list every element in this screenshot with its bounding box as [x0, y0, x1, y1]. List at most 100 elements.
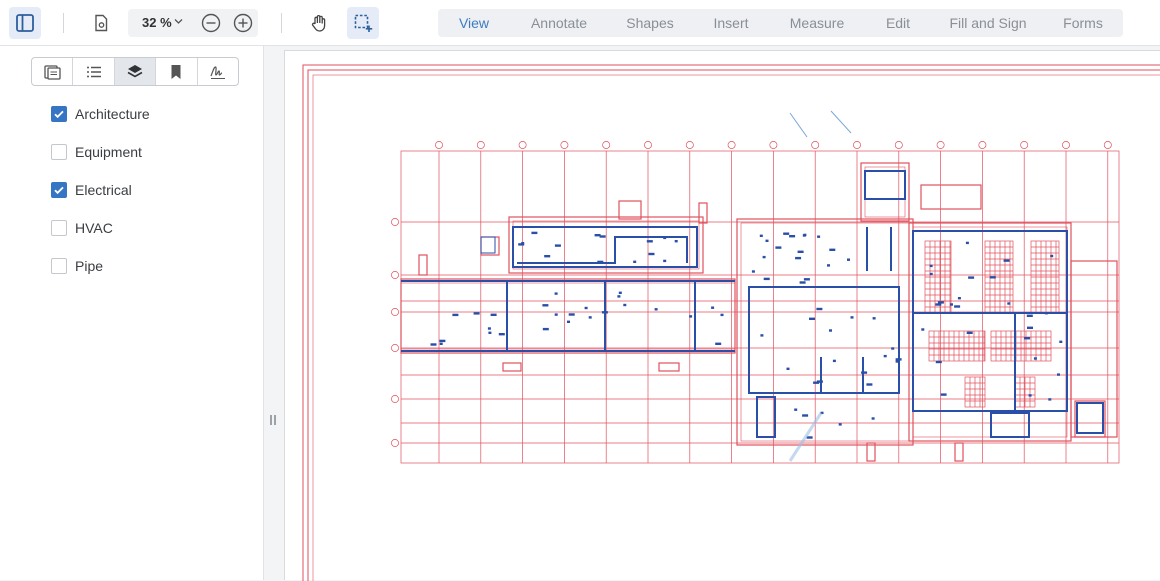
layers-tab[interactable]: [114, 58, 157, 85]
zoom-value[interactable]: 32 %: [142, 15, 172, 30]
grid-bubble: [853, 141, 861, 149]
light-fixture: [786, 367, 790, 370]
ribbon-tabs: View Annotate Shapes Insert Measure Edit…: [438, 9, 1123, 37]
light-fixture: [544, 255, 551, 258]
light-fixture: [802, 414, 809, 417]
layer-checkbox[interactable]: [51, 258, 67, 274]
grid-bubble: [811, 141, 820, 149]
light-fixture: [430, 343, 437, 346]
layer-pipe[interactable]: Pipe: [51, 256, 103, 276]
light-fixture: [954, 305, 961, 308]
layer-electrical[interactable]: Electrical: [51, 180, 132, 200]
document-settings-button[interactable]: [85, 7, 117, 39]
bookmarks-tab[interactable]: [156, 58, 198, 85]
document-settings-icon: [95, 14, 108, 32]
layer-label: Electrical: [75, 182, 132, 198]
light-fixture: [929, 272, 933, 276]
panel-resize-divider[interactable]: [264, 46, 284, 580]
light-fixture: [950, 303, 953, 306]
pan-button[interactable]: [303, 7, 335, 39]
light-fixture: [872, 317, 876, 320]
light-fixture: [802, 234, 806, 237]
light-fixture: [568, 313, 575, 316]
grid-bubble: [476, 141, 485, 149]
light-fixture: [567, 320, 570, 323]
tab-view[interactable]: View: [438, 9, 510, 37]
light-fixture: [789, 235, 796, 238]
pan-hand-icon: [311, 15, 326, 32]
light-fixture: [542, 327, 549, 331]
light-fixture: [542, 304, 549, 307]
tab-shapes[interactable]: Shapes: [610, 9, 690, 37]
light-fixture: [935, 360, 942, 364]
light-fixture: [689, 315, 693, 318]
grid-bubble: [391, 439, 399, 447]
light-fixture: [895, 360, 899, 363]
light-fixture: [847, 258, 850, 261]
chevron-down-icon[interactable]: [174, 18, 183, 25]
grid-bubble: [391, 218, 399, 226]
layer-equipment[interactable]: Equipment: [51, 142, 142, 162]
light-fixture: [439, 342, 443, 345]
tab-measure[interactable]: Measure: [774, 9, 860, 37]
grid-bubbles: [391, 141, 1112, 447]
tab-forms[interactable]: Forms: [1042, 9, 1124, 37]
light-fixture: [1028, 394, 1032, 397]
layer-checkbox[interactable]: [51, 182, 67, 198]
zoom-in-icon[interactable]: [233, 13, 253, 33]
light-fixture: [968, 276, 975, 279]
panel-switcher: [31, 57, 239, 86]
light-fixture: [966, 331, 973, 334]
light-fixture: [439, 339, 446, 343]
drag-handle-icon[interactable]: [268, 413, 278, 427]
outline-tab[interactable]: [73, 58, 115, 85]
light-fixture: [866, 383, 873, 386]
light-fixture: [765, 239, 769, 242]
document-page[interactable]: [284, 50, 1160, 581]
light-fixture: [1027, 326, 1033, 329]
zoom-out-icon[interactable]: [201, 13, 221, 33]
sidebar-toggle-button[interactable]: [9, 7, 41, 39]
light-fixture: [832, 359, 836, 363]
layer-checkbox[interactable]: [51, 144, 67, 160]
light-fixture: [617, 295, 621, 298]
tab-insert[interactable]: Insert: [696, 9, 766, 37]
layer-checkbox[interactable]: [51, 106, 67, 122]
light-fixture: [1024, 337, 1031, 340]
light-fixture: [799, 281, 806, 284]
light-fixture: [663, 236, 667, 240]
light-fixture: [957, 297, 961, 300]
sidebar-toggle-icon: [16, 14, 34, 32]
light-fixture: [803, 278, 810, 281]
light-fixture: [648, 252, 655, 256]
toolbar-separator: [63, 13, 64, 33]
light-fixture: [498, 333, 505, 336]
layer-checkbox[interactable]: [51, 220, 67, 236]
light-fixture: [584, 306, 588, 310]
light-fixture: [554, 292, 558, 295]
light-fixture: [674, 240, 678, 243]
light-fixture: [759, 234, 763, 237]
light-fixture: [588, 316, 592, 319]
tab-edit[interactable]: Edit: [866, 9, 930, 37]
thumbnails-icon: [44, 64, 61, 80]
light-fixture: [816, 307, 823, 311]
tab-annotate[interactable]: Annotate: [518, 9, 600, 37]
light-fixture: [937, 301, 944, 304]
signatures-tab[interactable]: [198, 58, 238, 85]
layers-icon: [127, 64, 143, 77]
checkmark-icon: [54, 110, 64, 119]
light-fixture: [895, 358, 902, 361]
grid-bubble: [936, 141, 945, 149]
light-fixture: [965, 241, 969, 245]
outline-icon: [86, 66, 101, 77]
layer-hvac[interactable]: HVAC: [51, 218, 113, 238]
grid-bubble: [560, 141, 569, 149]
tab-fill-and-sign[interactable]: Fill and Sign: [938, 9, 1038, 37]
light-fixture: [827, 264, 830, 267]
light-fixture: [487, 327, 491, 330]
layer-architecture[interactable]: Architecture: [51, 104, 150, 124]
thumbnails-tab[interactable]: [32, 58, 74, 85]
left-panel: Architecture Equipment Electrical HVAC P…: [0, 46, 264, 580]
area-select-button[interactable]: [347, 7, 379, 39]
